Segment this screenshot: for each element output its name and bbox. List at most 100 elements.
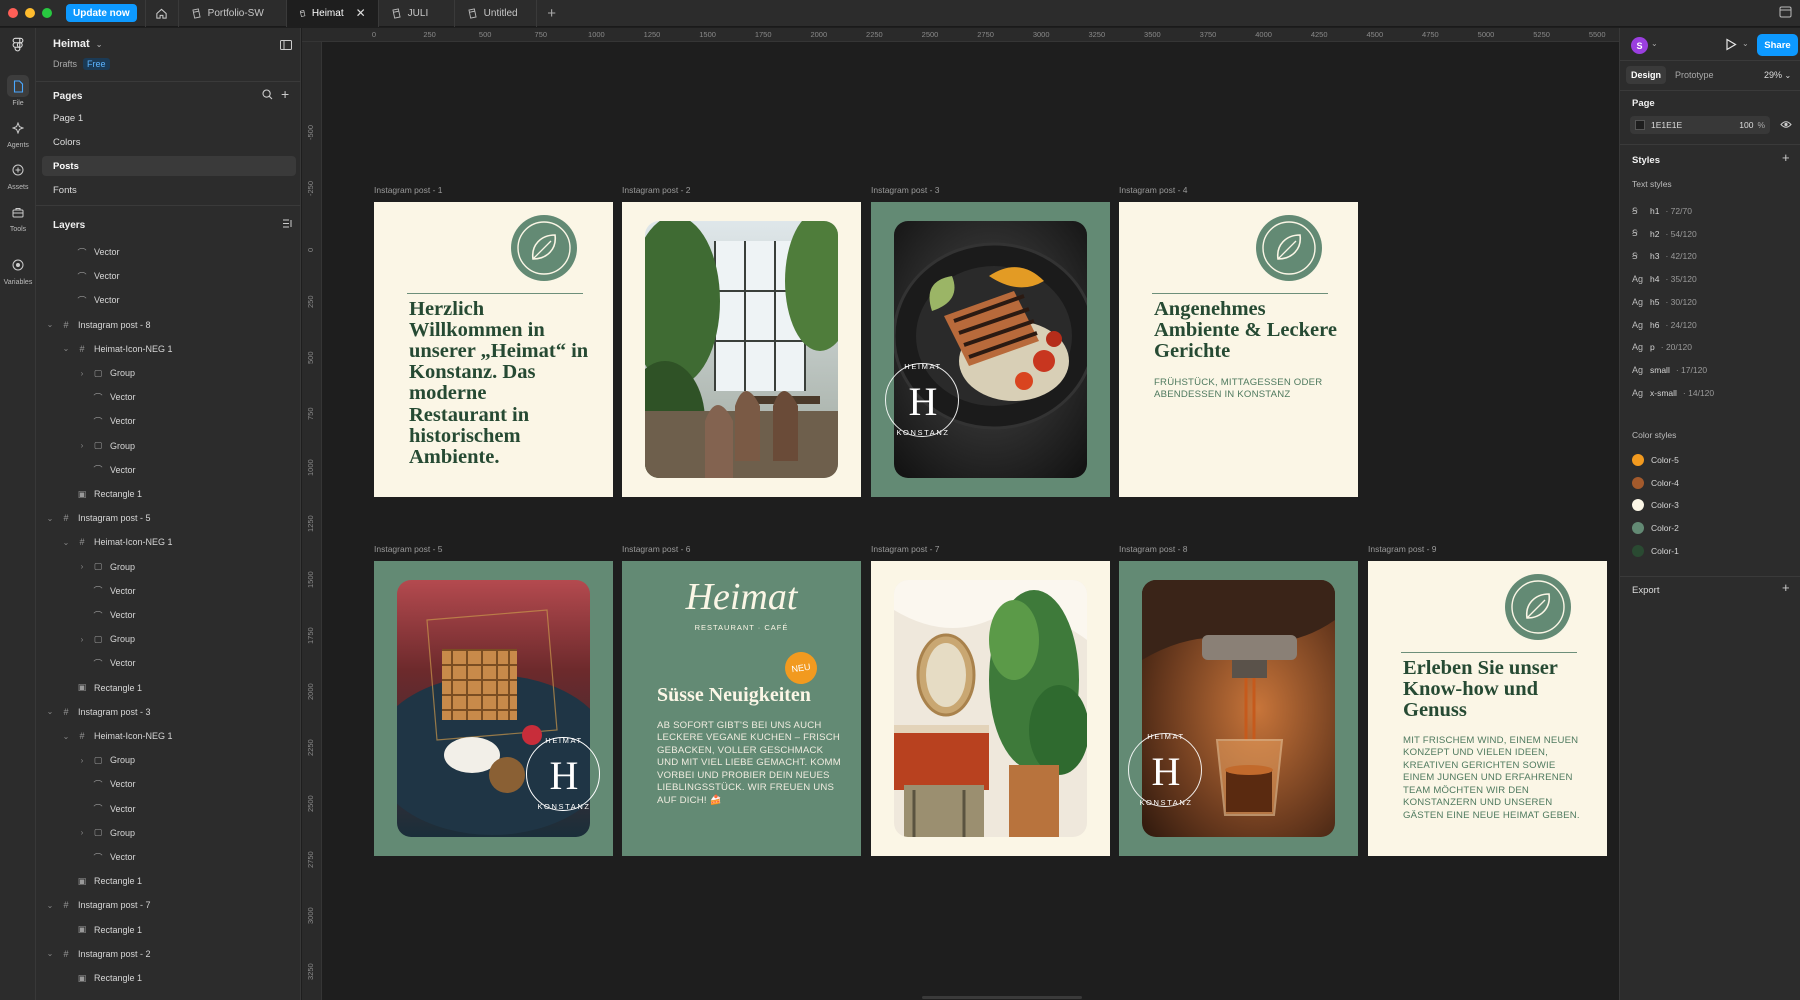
text-style-item[interactable]: Ꞩh3 · 42/120 [1632,248,1697,264]
page-fill-hex[interactable]: 1E1E1E [1651,120,1682,130]
instagram-post-1[interactable]: Herzlich Willkommen in unserer „Heimat“ … [374,202,613,497]
layer-item[interactable]: ▣ Rectangle 1 [62,871,142,891]
expand-caret-icon[interactable]: › [78,635,86,644]
layer-item[interactable]: ▣ Rectangle 1 [62,484,142,504]
layer-item[interactable]: › ▢ Group [78,823,135,843]
layer-item[interactable]: ⌒ Vector [78,799,135,819]
layer-item[interactable]: › ▢ Group [78,436,135,456]
frame-label[interactable]: Instagram post - 5 [374,544,443,554]
file-name-menu[interactable]: Heimat ⌄ [53,38,102,50]
page-item[interactable]: Colors [42,132,296,152]
color-style-item[interactable]: Color-5 [1632,452,1679,468]
layer-item[interactable]: › ▢ Group [78,363,135,383]
tab-design[interactable]: Design [1626,66,1667,84]
layer-item[interactable]: ⌒ Vector [62,266,119,286]
layer-item[interactable]: ⌒ Vector [62,290,119,310]
frame-label[interactable]: Instagram post - 4 [1119,185,1188,195]
expand-caret-icon[interactable]: › [78,369,86,378]
frame-label[interactable]: Instagram post - 1 [374,185,443,195]
sidebar-layout-button[interactable] [1779,6,1792,21]
layer-frame[interactable]: ⌄ # Heimat-Icon-NEG 1 [62,726,173,746]
text-style-item[interactable]: Ꞩh1 · 72/70 [1632,203,1692,219]
layer-item[interactable]: ▣ Rectangle 1 [62,920,142,940]
page-opacity[interactable]: 100 [1739,120,1753,130]
frame-label[interactable]: Instagram post - 3 [871,185,940,195]
zoom-level[interactable]: 29% ⌄ [1764,70,1791,80]
text-style-item[interactable]: Ag h6 · 24/120 [1632,317,1697,333]
layer-frame[interactable]: ⌄ # Instagram post - 5 [46,508,151,528]
layer-frame[interactable]: ⌄ # Heimat-Icon-NEG 1 [62,532,173,552]
user-avatar[interactable]: S [1631,37,1648,54]
tab-juli[interactable]: JULI [379,0,455,27]
layer-item[interactable]: ▣ Rectangle 1 [62,968,142,988]
instagram-post-2[interactable] [622,202,861,497]
layer-item[interactable]: ⌒ Vector [78,605,135,625]
home-button[interactable] [144,0,179,27]
layer-item[interactable]: › ▢ Group [78,629,135,649]
color-style-item[interactable]: Color-1 [1632,543,1679,559]
color-style-item[interactable]: Color-3 [1632,497,1679,513]
layer-item[interactable]: ⌒ Vector [78,387,135,407]
page-fill-field[interactable]: 1E1E1E 100 % [1630,116,1770,134]
chevron-down-icon[interactable]: ⌄ [1742,39,1749,48]
rail-file[interactable]: File [0,75,36,107]
text-style-item[interactable]: Ag p · 20/120 [1632,339,1692,355]
page-fill-swatch[interactable] [1635,120,1645,130]
text-style-item[interactable]: Ꞩh2 · 54/120 [1632,226,1697,242]
figma-logo-icon[interactable] [11,37,25,56]
frame-label[interactable]: Instagram post - 6 [622,544,691,554]
layer-item[interactable]: ⌒ Vector [62,242,119,262]
tab-heimat[interactable]: Heimat ✕ [286,0,379,27]
tab-untitled[interactable]: Untitled [455,0,537,27]
frame-label[interactable]: Instagram post - 7 [871,544,940,554]
rail-tools[interactable]: Tools [0,201,36,233]
instagram-post-4[interactable]: Angenehmes Ambiente & Leckere Gerichte F… [1119,202,1358,497]
rail-agents[interactable]: Agents [0,117,36,149]
page-item[interactable]: Fonts [42,180,296,200]
tab-prototype[interactable]: Prototype [1670,66,1719,84]
expand-caret-icon[interactable]: ⌄ [62,538,70,547]
layer-item[interactable]: ⌒ Vector [78,847,135,867]
expand-caret-icon[interactable]: ⌄ [46,320,54,329]
layer-frame[interactable]: ⌄ # Instagram post - 8 [46,315,151,335]
frame-label[interactable]: Instagram post - 8 [1119,544,1188,554]
tab-portfolio-sw[interactable]: Portfolio-SW [179,0,287,27]
close-window-button[interactable] [8,8,18,18]
expand-caret-icon[interactable]: ⌄ [46,949,54,958]
toggle-sidebar-button[interactable] [280,40,292,53]
expand-caret-icon[interactable]: › [78,562,86,571]
expand-caret-icon[interactable]: ⌄ [46,901,54,910]
add-export-button[interactable]: + [1782,580,1790,595]
layer-frame[interactable]: ⌄ # Heimat-Icon-NEG 1 [62,339,173,359]
layers-options-button[interactable] [282,219,293,231]
instagram-post-5[interactable]: HEIMAT H KONSTANZ [374,561,613,856]
rail-assets[interactable]: Assets [0,159,36,191]
drafts-label[interactable]: Drafts [53,59,77,69]
color-style-item[interactable]: Color-2 [1632,520,1679,536]
layer-item[interactable]: › ▢ Group [78,557,135,577]
add-style-button[interactable]: + [1782,150,1790,165]
color-style-item[interactable]: Color-4 [1632,475,1679,491]
horizontal-scrollbar[interactable] [922,996,1082,999]
layer-frame[interactable]: ⌄ # Instagram post - 2 [46,944,151,964]
layer-item[interactable]: ⌒ Vector [78,653,135,673]
update-now-button[interactable]: Update now [66,4,137,22]
instagram-post-6[interactable]: Heimat RESTAURANT · CAFÉ NEU Süsse Neuig… [622,561,861,856]
page-item[interactable]: Page 1 [42,108,296,128]
frame-label[interactable]: Instagram post - 9 [1368,544,1437,554]
layer-item[interactable]: ▣ Rectangle 1 [62,678,142,698]
toggle-visibility-button[interactable] [1780,120,1792,132]
text-style-item[interactable]: Ag x-small · 14/120 [1632,385,1714,401]
add-page-button[interactable]: + [281,86,289,102]
expand-caret-icon[interactable]: ⌄ [62,732,70,741]
layer-item[interactable]: ⌒ Vector [78,581,135,601]
instagram-post-8[interactable]: HEIMAT H KONSTANZ [1119,561,1358,856]
expand-caret-icon[interactable]: › [78,828,86,837]
expand-caret-icon[interactable]: › [78,756,86,765]
layer-item[interactable]: › ▢ Group [78,750,135,770]
design-canvas[interactable]: 0 250 500 750 1000 1250 1500 1750 2000 2250 2500 27… [302,28,1619,1000]
close-tab-icon[interactable]: ✕ [356,6,366,20]
instagram-post-7[interactable] [871,561,1110,856]
expand-caret-icon[interactable]: ⌄ [46,514,54,523]
text-style-item[interactable]: Ag h5 · 30/120 [1632,294,1697,310]
